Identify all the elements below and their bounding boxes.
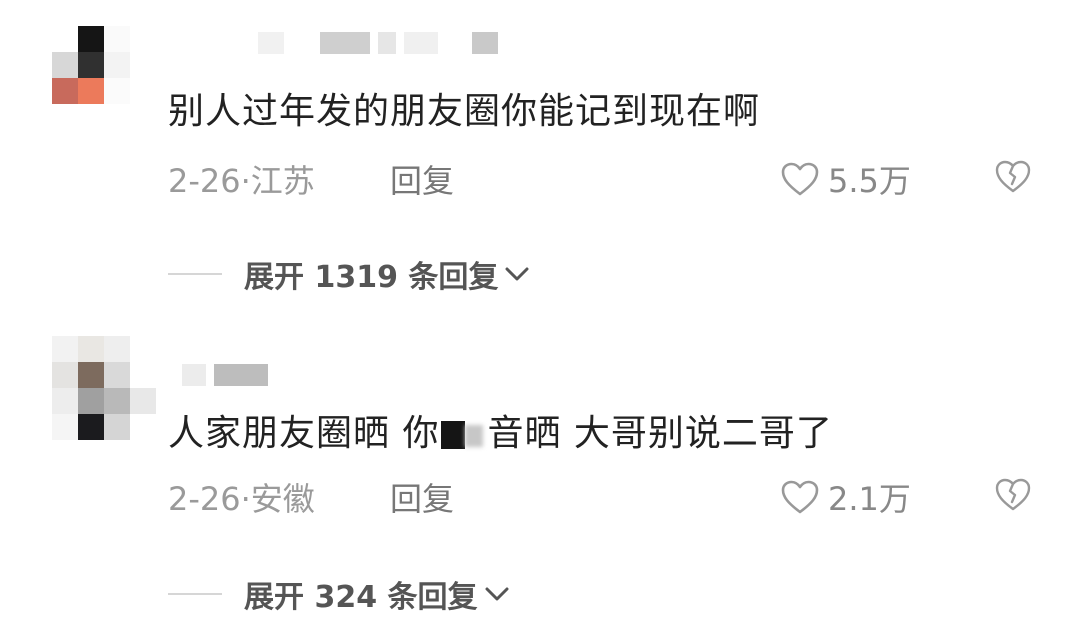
comment-text-part: 人家朋友圈晒 你 xyxy=(168,413,440,454)
comment-text: 人家朋友圈晒 你 音晒 大哥别说二哥了 xyxy=(168,404,833,456)
divider xyxy=(168,273,222,275)
comment-text-part: 音晒 大哥别说二哥了 xyxy=(487,413,833,454)
expand-replies-label: 展开 324 条回复 xyxy=(244,580,478,615)
like-count: 2.1万 xyxy=(828,480,911,518)
expand-replies-button[interactable]: 展开 1319 条回复 xyxy=(168,252,530,296)
reply-button[interactable]: 回复 xyxy=(390,474,454,520)
comment-text: 别人过年发的朋友圈你能记到现在啊 xyxy=(168,91,761,132)
reply-button[interactable]: 回复 xyxy=(390,156,454,202)
heart-outline-icon xyxy=(781,480,819,514)
like-button[interactable]: 5.5万 xyxy=(780,156,911,202)
expand-replies-label: 展开 1319 条回复 xyxy=(244,260,499,295)
like-count: 5.5万 xyxy=(828,162,911,200)
comment-meta: 2-26·安徽 xyxy=(168,474,315,520)
comment-item: 别人过年发的朋友圈你能记到现在啊 2-26·江苏 回复 5.5万 展开 1319… xyxy=(0,0,1080,320)
expand-replies-button[interactable]: 展开 324 条回复 xyxy=(168,572,510,616)
heart-outline-icon xyxy=(781,162,819,196)
comment-location: 安徽 xyxy=(250,480,315,518)
username[interactable] xyxy=(182,364,268,386)
divider xyxy=(168,593,222,595)
broken-heart-icon[interactable] xyxy=(994,476,1032,512)
chevron-down-icon xyxy=(485,587,509,601)
chevron-down-icon xyxy=(505,267,529,281)
comment-date: 2-26· xyxy=(168,480,251,518)
avatar[interactable] xyxy=(52,26,156,104)
comment-item: 人家朋友圈晒 你 音晒 大哥别说二哥了 2-26·安徽 回复 2.1万 展开 32… xyxy=(0,320,1080,642)
censored-text-block xyxy=(441,421,485,449)
comment-date: 2-26· xyxy=(168,162,251,200)
broken-heart-icon[interactable] xyxy=(994,158,1032,194)
username[interactable] xyxy=(258,32,498,54)
avatar[interactable] xyxy=(52,336,156,440)
comment-location: 江苏 xyxy=(250,162,315,200)
comment-meta: 2-26·江苏 xyxy=(168,156,315,202)
like-button[interactable]: 2.1万 xyxy=(780,474,911,520)
